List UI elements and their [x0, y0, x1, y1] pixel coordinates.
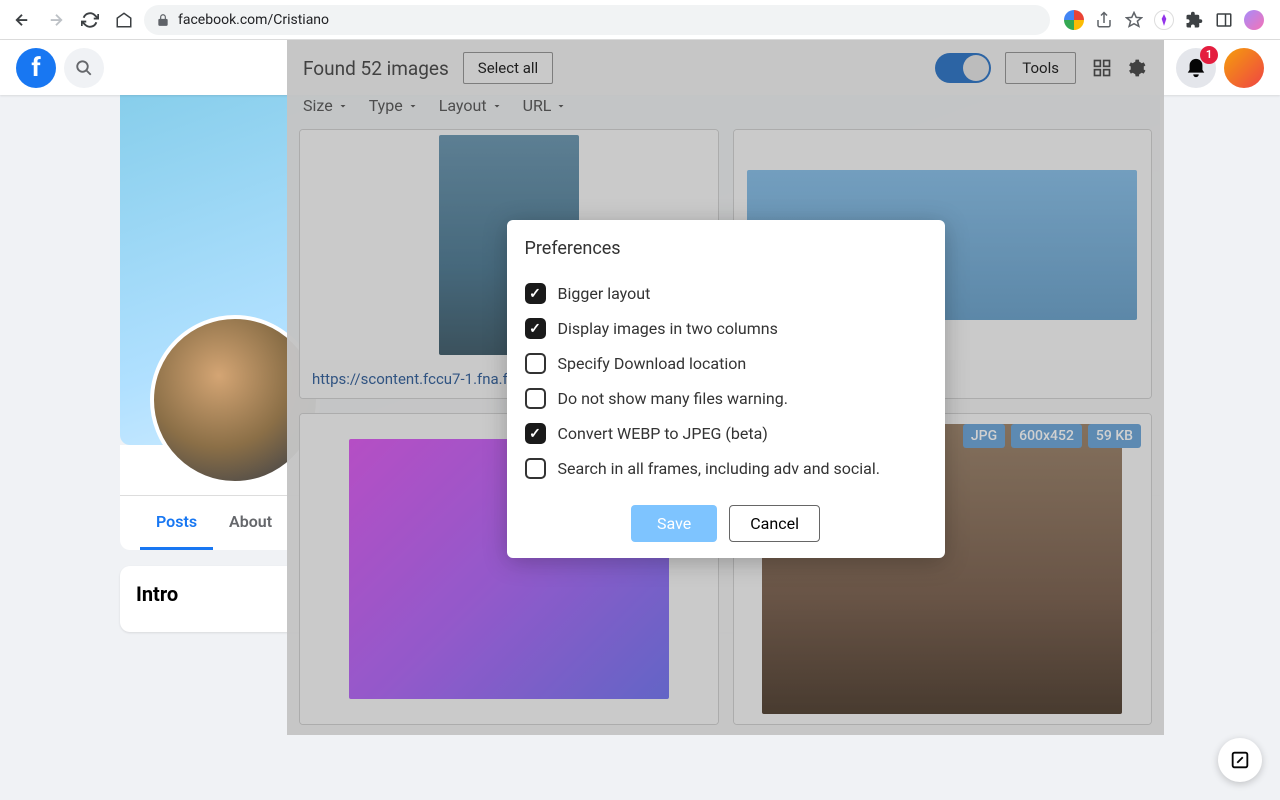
lock-icon — [156, 13, 170, 27]
modal-backdrop: Preferences Bigger layout Display images… — [287, 40, 1164, 735]
edit-fab[interactable] — [1218, 738, 1262, 782]
preferences-modal: Preferences Bigger layout Display images… — [507, 220, 945, 558]
fb-user-avatar[interactable] — [1224, 48, 1264, 88]
notification-badge: 1 — [1200, 46, 1218, 64]
search-icon — [75, 59, 93, 77]
checkbox-all-frames[interactable] — [525, 458, 546, 479]
reload-button[interactable] — [76, 6, 104, 34]
pref-label: Search in all frames, including adv and … — [558, 459, 880, 478]
fb-search-button[interactable] — [64, 48, 104, 88]
checkbox-webp-jpeg[interactable] — [525, 423, 546, 444]
cancel-button[interactable]: Cancel — [729, 505, 820, 542]
google-icon[interactable] — [1064, 10, 1084, 30]
forward-button[interactable] — [42, 6, 70, 34]
bookmark-icon[interactable] — [1124, 10, 1144, 30]
checkbox-two-columns[interactable] — [525, 318, 546, 339]
tab-about[interactable]: About — [213, 496, 288, 550]
pref-label: Specify Download location — [558, 354, 747, 373]
panel-icon[interactable] — [1214, 10, 1234, 30]
fb-notifications-button[interactable]: 1 — [1176, 48, 1216, 88]
pref-label: Display images in two columns — [558, 319, 778, 338]
edit-icon — [1229, 749, 1251, 771]
url-text: facebook.com/Cristiano — [178, 12, 1038, 28]
profile-icon[interactable] — [1244, 10, 1264, 30]
modal-title: Preferences — [525, 238, 927, 259]
share-icon[interactable] — [1094, 10, 1114, 30]
extension-icons — [1056, 10, 1272, 30]
checkbox-no-warning[interactable] — [525, 388, 546, 409]
home-button[interactable] — [110, 6, 138, 34]
extensions-icon[interactable] — [1184, 10, 1204, 30]
address-bar[interactable]: facebook.com/Cristiano — [144, 5, 1050, 35]
checkbox-download-location[interactable] — [525, 353, 546, 374]
pref-label: Do not show many files warning. — [558, 389, 788, 408]
browser-toolbar: facebook.com/Cristiano — [0, 0, 1280, 40]
fb-logo[interactable]: f — [16, 48, 56, 88]
checkbox-bigger-layout[interactable] — [525, 283, 546, 304]
pref-label: Bigger layout — [558, 284, 651, 303]
tab-posts[interactable]: Posts — [140, 496, 213, 550]
extension-active-icon[interactable] — [1154, 10, 1174, 30]
back-button[interactable] — [8, 6, 36, 34]
save-button[interactable]: Save — [631, 505, 717, 542]
image-extension-panel: Found 52 images Select all Tools Size Ty… — [287, 40, 1164, 735]
pref-label: Convert WEBP to JPEG (beta) — [558, 424, 768, 443]
